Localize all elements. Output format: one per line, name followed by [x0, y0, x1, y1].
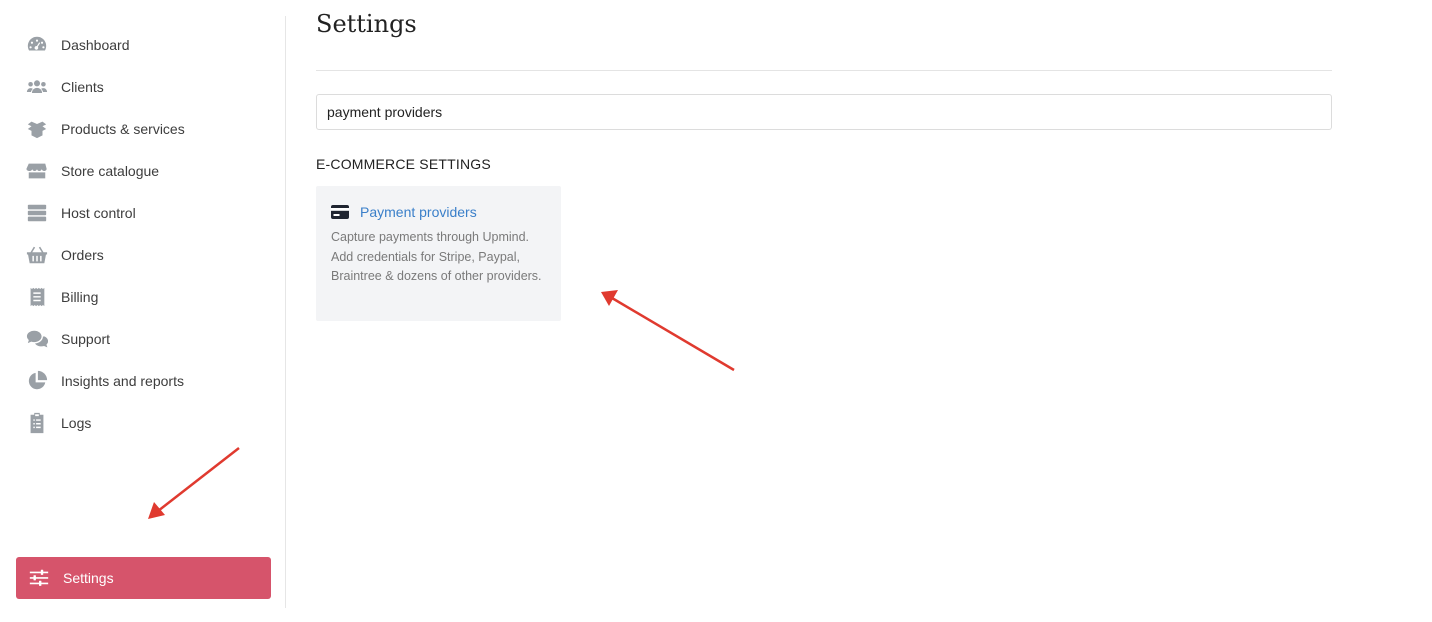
users-icon [26, 76, 48, 98]
sidebar-item-insights-reports[interactable]: Insights and reports [26, 360, 266, 402]
sidebar-item-label: Orders [61, 247, 104, 263]
chat-icon [26, 328, 48, 350]
sidebar-item-label: Billing [61, 289, 99, 305]
sidebar-item-label: Host control [61, 205, 136, 221]
basket-icon [26, 244, 48, 266]
sidebar-item-billing[interactable]: Billing [26, 276, 266, 318]
boxes-icon [26, 118, 48, 140]
payment-providers-card[interactable]: Payment providers Capture payments throu… [316, 186, 561, 321]
sidebar-item-label: Support [61, 331, 111, 347]
dashboard-icon [26, 34, 48, 56]
receipt-icon [26, 286, 48, 308]
page-title: Settings [316, 10, 417, 38]
sidebar-divider [285, 16, 286, 608]
card-description: Capture payments through Upmind. Add cre… [331, 230, 542, 283]
sidebar-item-products-services[interactable]: Products & services [26, 108, 266, 150]
sidebar-item-label: Dashboard [61, 37, 130, 53]
sidebar-item-host-control[interactable]: Host control [26, 192, 266, 234]
pie-chart-icon [26, 370, 48, 392]
card-header: Payment providers [331, 204, 547, 220]
sidebar-item-logs[interactable]: Logs [26, 402, 266, 444]
settings-search-input[interactable] [316, 94, 1332, 130]
credit-card-icon [331, 205, 349, 219]
sidebar-item-label: Insights and reports [61, 373, 184, 389]
section-heading: E-COMMERCE SETTINGS [316, 156, 491, 172]
sidebar-item-orders[interactable]: Orders [26, 234, 266, 276]
title-divider [316, 70, 1332, 71]
annotation-arrow-card [601, 290, 735, 372]
sidebar-item-support[interactable]: Support [26, 318, 266, 360]
app-root: Dashboard Clients Products & services St… [0, 0, 1432, 622]
sliders-icon [28, 567, 50, 589]
sidebar-item-label: Settings [63, 570, 114, 586]
sidebar-item-settings[interactable]: Settings [16, 557, 271, 599]
sidebar-item-dashboard[interactable]: Dashboard [26, 24, 266, 66]
clipboard-icon [26, 412, 48, 434]
sidebar: Dashboard Clients Products & services St… [0, 0, 286, 622]
store-icon [26, 160, 48, 182]
sidebar-item-clients[interactable]: Clients [26, 66, 266, 108]
card-title-link[interactable]: Payment providers [360, 204, 477, 220]
server-icon [26, 202, 48, 224]
sidebar-item-label: Clients [61, 79, 104, 95]
sidebar-item-label: Products & services [61, 121, 185, 137]
sidebar-item-store-catalogue[interactable]: Store catalogue [26, 150, 266, 192]
sidebar-nav: Dashboard Clients Products & services St… [26, 24, 266, 444]
sidebar-item-label: Store catalogue [61, 163, 160, 179]
sidebar-item-label: Logs [61, 415, 92, 431]
